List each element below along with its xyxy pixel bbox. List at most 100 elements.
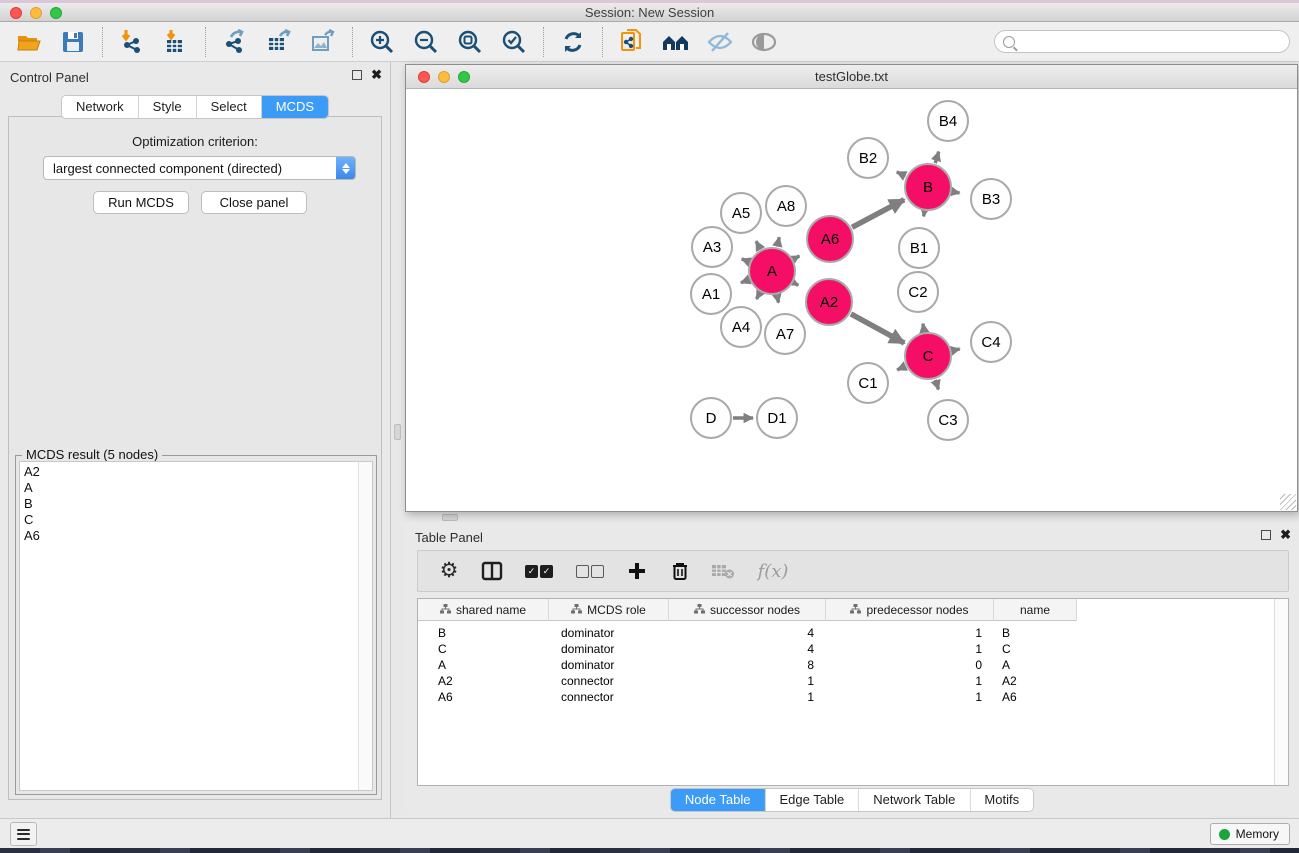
close-panel-button[interactable]: Close panel: [201, 191, 307, 214]
show-panel-icon[interactable]: [749, 27, 779, 57]
graph-node-C[interactable]: C: [904, 332, 952, 380]
function-builder-icon[interactable]: f(x): [753, 558, 793, 584]
graph-node-A6[interactable]: A6: [806, 215, 854, 263]
column-header-shared-name[interactable]: shared name: [418, 599, 549, 621]
zoom-selected-icon[interactable]: [499, 27, 529, 57]
graph-node-A7[interactable]: A7: [764, 313, 806, 355]
refresh-icon[interactable]: [558, 27, 588, 57]
graph-node-B2[interactable]: B2: [847, 137, 889, 179]
graph-node-A1[interactable]: A1: [690, 273, 732, 315]
mcds-result-item[interactable]: C: [24, 512, 354, 528]
horizontal-splitter-handle[interactable]: [442, 514, 458, 521]
graph-edge-A-A6[interactable]: [794, 256, 799, 259]
export-network-icon[interactable]: [220, 27, 250, 57]
table-row-A6[interactable]: A6connector11A6: [418, 689, 1077, 705]
table-row-A2[interactable]: A2connector11A2: [418, 673, 1077, 689]
table-scrollbar[interactable]: [1274, 599, 1288, 785]
tab-select[interactable]: Select: [197, 96, 262, 118]
column-header-predecessor-nodes[interactable]: predecessor nodes: [826, 599, 994, 621]
tab-mcds[interactable]: MCDS: [262, 96, 328, 118]
criterion-select[interactable]: largest connected component (directed): [43, 156, 356, 180]
graph-node-A5[interactable]: A5: [720, 192, 762, 234]
graph-edge-A-A2[interactable]: [794, 283, 798, 285]
graph-node-D[interactable]: D: [690, 397, 732, 439]
table-close-icon[interactable]: ✖: [1280, 530, 1291, 540]
zoom-fit-icon[interactable]: [455, 27, 485, 57]
result-scrollbar[interactable]: [358, 462, 372, 790]
graph-edge-C-C2[interactable]: [923, 324, 924, 332]
graph-node-B[interactable]: B: [904, 163, 952, 211]
table-row-A[interactable]: Adominator80A: [418, 657, 1077, 673]
open-file-icon[interactable]: [14, 27, 44, 57]
network-canvas[interactable]: B4B2BB3A5A8A6B1A3AC2A1A2A4A7C4CC1C3DD1: [407, 89, 1297, 511]
select-all-columns-icon[interactable]: ✓✓: [522, 558, 556, 584]
graph-edge-B-B4[interactable]: [935, 152, 938, 163]
table-tab-node-table[interactable]: Node Table: [671, 789, 766, 811]
mcds-result-item[interactable]: A2: [24, 464, 354, 480]
table-settings-gear-icon[interactable]: ⚙: [436, 558, 462, 584]
search-box[interactable]: [994, 30, 1290, 53]
table-float-icon[interactable]: [1261, 530, 1271, 540]
import-table-icon[interactable]: [161, 27, 191, 57]
graph-edge-B-B3[interactable]: [953, 192, 960, 193]
network-window-titlebar[interactable]: testGlobe.txt: [406, 65, 1297, 89]
graph-edge-A-A8[interactable]: [777, 237, 779, 246]
zoom-in-icon[interactable]: [367, 27, 397, 57]
task-history-button[interactable]: [10, 822, 37, 846]
run-mcds-button[interactable]: Run MCDS: [93, 191, 189, 214]
graph-node-A4[interactable]: A4: [720, 306, 762, 348]
graph-edge-A-A7[interactable]: [777, 295, 778, 302]
save-session-icon[interactable]: [58, 27, 88, 57]
graph-edge-A-A5[interactable]: [756, 241, 760, 249]
graph-edge-A2-C[interactable]: [851, 314, 904, 343]
search-input[interactable]: [1020, 35, 1289, 49]
graph-edge-A-A1[interactable]: [741, 280, 749, 283]
graph-node-A8[interactable]: A8: [765, 185, 807, 227]
column-header-MCDS-role[interactable]: MCDS role: [549, 599, 669, 621]
tab-style[interactable]: Style: [139, 96, 197, 118]
mcds-result-item[interactable]: A6: [24, 528, 354, 544]
close-panel-icon[interactable]: ✖: [371, 70, 382, 80]
export-image-icon[interactable]: [308, 27, 338, 57]
mcds-result-item[interactable]: A: [24, 480, 354, 496]
graph-edge-B-B2[interactable]: [897, 172, 906, 176]
graph-node-C3[interactable]: C3: [927, 399, 969, 441]
table-tab-edge-table[interactable]: Edge Table: [765, 789, 859, 811]
zoom-out-icon[interactable]: [411, 27, 441, 57]
export-table-icon[interactable]: [264, 27, 294, 57]
window-resize-grip[interactable]: [1280, 494, 1296, 510]
graph-node-A3[interactable]: A3: [691, 226, 733, 268]
graph-edge-A6-B[interactable]: [852, 200, 904, 228]
graph-node-B3[interactable]: B3: [970, 178, 1012, 220]
unselect-all-columns-icon[interactable]: [573, 558, 607, 584]
graph-node-D1[interactable]: D1: [756, 397, 798, 439]
tab-network[interactable]: Network: [62, 96, 139, 118]
graph-edge-C-C1[interactable]: [897, 366, 905, 370]
column-browser-icon[interactable]: [479, 558, 505, 584]
graph-node-C2[interactable]: C2: [897, 271, 939, 313]
graph-node-B1[interactable]: B1: [898, 227, 940, 269]
graph-edge-B-B1[interactable]: [924, 212, 925, 217]
float-panel-icon[interactable]: [352, 70, 362, 80]
create-column-plus-icon[interactable]: [624, 558, 650, 584]
graph-edge-A-A4[interactable]: [756, 293, 759, 299]
table-row-C[interactable]: Cdominator41C: [418, 641, 1077, 657]
clone-network-icon[interactable]: [617, 27, 647, 57]
home-layout-icon[interactable]: [661, 27, 691, 57]
graph-node-C4[interactable]: C4: [970, 321, 1012, 363]
graph-edge-C-C4[interactable]: [952, 349, 959, 351]
column-header-successor-nodes[interactable]: successor nodes: [669, 599, 826, 621]
table-tab-motifs[interactable]: Motifs: [970, 789, 1033, 811]
import-network-icon[interactable]: [117, 27, 147, 57]
mcds-result-item[interactable]: B: [24, 496, 354, 512]
graph-edge-A-A3[interactable]: [742, 259, 749, 262]
graph-node-A[interactable]: A: [748, 247, 796, 295]
column-header-name[interactable]: name: [994, 599, 1077, 621]
hide-panel-icon[interactable]: [705, 27, 735, 57]
graph-node-B4[interactable]: B4: [927, 100, 969, 142]
memory-button[interactable]: Memory: [1210, 823, 1290, 845]
table-row-B[interactable]: Bdominator41B: [418, 625, 1077, 641]
table-tab-network-table[interactable]: Network Table: [859, 789, 970, 811]
graph-edge-C-C3[interactable]: [935, 380, 938, 390]
graph-node-C1[interactable]: C1: [847, 362, 889, 404]
